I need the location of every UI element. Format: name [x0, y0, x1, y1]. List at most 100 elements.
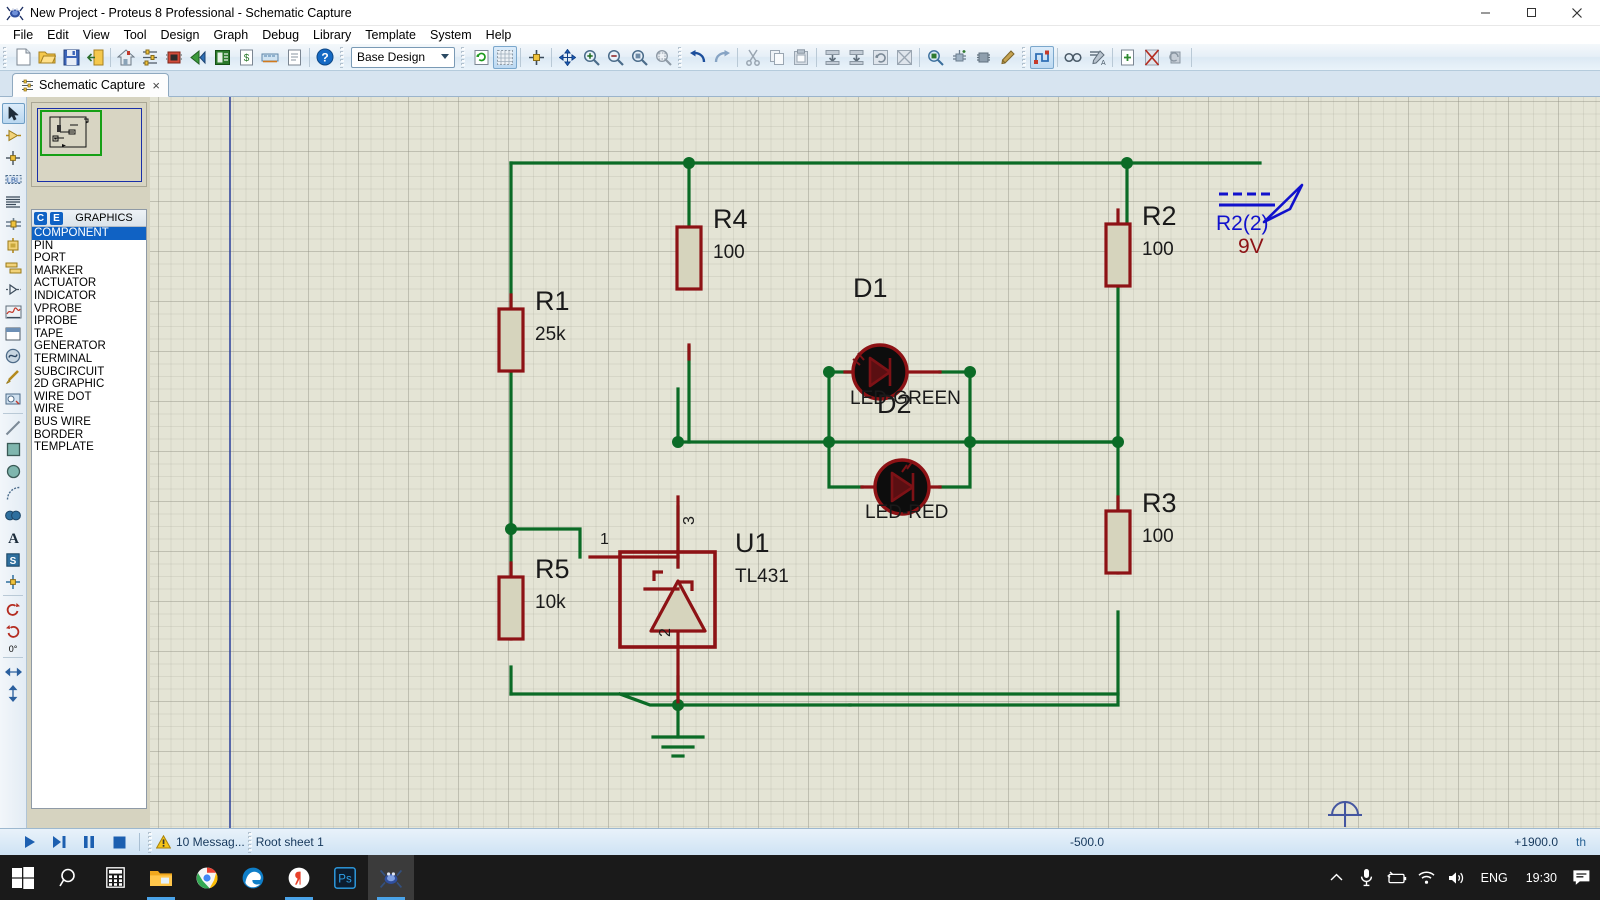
generator-mode-icon[interactable] [2, 345, 25, 366]
toolbar-grip-3[interactable] [460, 46, 467, 68]
import-export-icon[interactable] [83, 46, 107, 69]
menu-graph[interactable]: Graph [206, 27, 255, 43]
file-explorer-button[interactable] [138, 855, 184, 900]
mirror-vertical-icon[interactable] [2, 683, 25, 704]
paste-icon[interactable] [789, 46, 813, 69]
menu-debug[interactable]: Debug [255, 27, 306, 43]
selection-mode-icon[interactable] [1, 103, 25, 124]
notifications-icon[interactable] [1566, 855, 1596, 900]
list-item-iprobe[interactable]: IPROBE [32, 315, 146, 328]
close-button[interactable] [1554, 0, 1600, 26]
menu-template[interactable]: Template [358, 27, 423, 43]
list-item-terminal[interactable]: TERMINAL [32, 353, 146, 366]
marker-tool-icon[interactable] [2, 571, 25, 592]
pan-icon[interactable] [555, 46, 579, 69]
help-icon[interactable]: ? [313, 46, 337, 69]
search-tag-icon[interactable] [1061, 46, 1085, 69]
clock[interactable]: 19:30 [1517, 855, 1566, 900]
list-item-pin[interactable]: PIN [32, 240, 146, 253]
menu-library[interactable]: Library [306, 27, 358, 43]
proteus-button[interactable] [368, 855, 414, 900]
3d-viewer-icon[interactable] [186, 46, 210, 69]
bom-icon[interactable]: $ [234, 46, 258, 69]
list-item-vprobe[interactable]: VPROBE [32, 303, 146, 316]
zoom-in-icon[interactable] [579, 46, 603, 69]
bus-mode-icon[interactable] [2, 213, 25, 234]
rotate-cw-icon[interactable] [2, 621, 25, 642]
exit-sheet-icon[interactable] [1164, 46, 1188, 69]
rotation-value[interactable]: 0° [0, 644, 26, 654]
device-pins-mode-icon[interactable] [2, 279, 25, 300]
design-explorer-icon[interactable] [210, 46, 234, 69]
junction-dot-mode-icon[interactable] [2, 147, 25, 168]
list-item-2d-graphic[interactable]: 2D GRAPHIC [32, 378, 146, 391]
open-project-icon[interactable] [35, 46, 59, 69]
category-e-badge[interactable]: E [50, 211, 63, 225]
list-item-actuator[interactable]: ACTUATOR [32, 277, 146, 290]
menu-help[interactable]: Help [479, 27, 519, 43]
menu-view[interactable]: View [76, 27, 117, 43]
list-item-bus-wire[interactable]: BUS WIRE [32, 416, 146, 429]
menu-system[interactable]: System [423, 27, 479, 43]
volume-icon[interactable] [1442, 855, 1472, 900]
calculator-button[interactable] [92, 855, 138, 900]
circle-tool-icon[interactable] [2, 461, 25, 482]
list-item-wire-dot[interactable]: WIRE DOT [32, 391, 146, 404]
path-tool-icon[interactable] [2, 505, 25, 526]
subcircuit-mode-icon[interactable] [2, 235, 25, 256]
component-mode-icon[interactable] [2, 125, 25, 146]
list-item-component[interactable]: COMPONENT [32, 227, 146, 240]
menu-edit[interactable]: Edit [40, 27, 76, 43]
gerber-icon[interactable] [282, 46, 306, 69]
wire-autorouter-icon[interactable] [1030, 45, 1054, 69]
graph-mode-icon[interactable] [2, 301, 25, 322]
cut-icon[interactable] [741, 46, 765, 69]
photoshop-button[interactable]: Ps [322, 855, 368, 900]
pause-button[interactable] [74, 831, 104, 853]
tab-close-icon[interactable]: × [150, 78, 162, 93]
text-tool-icon[interactable]: A [2, 527, 25, 548]
stop-button[interactable] [104, 831, 134, 853]
list-item-indicator[interactable]: INDICATOR [32, 290, 146, 303]
zoom-area-icon[interactable] [651, 46, 675, 69]
current-probe-mode-icon[interactable] [2, 389, 25, 410]
new-project-icon[interactable] [11, 46, 35, 69]
design-selector[interactable]: Base Design [351, 46, 455, 68]
source-code-icon[interactable] [258, 46, 282, 69]
overview-panel[interactable] [31, 102, 147, 187]
menu-design[interactable]: Design [154, 27, 207, 43]
list-item-border[interactable]: BORDER [32, 429, 146, 442]
copy-icon[interactable] [765, 46, 789, 69]
remove-sheet-icon[interactable] [1140, 46, 1164, 69]
refresh-icon[interactable] [469, 46, 493, 69]
pick-device-icon[interactable] [923, 46, 947, 69]
toolbar-grip-4[interactable] [677, 46, 684, 68]
mirror-horizontal-icon[interactable] [2, 661, 25, 682]
play-button[interactable] [14, 831, 44, 853]
show-hidden-icons-button[interactable] [1322, 855, 1352, 900]
zoom-out-icon[interactable] [603, 46, 627, 69]
list-item-wire[interactable]: WIRE [32, 403, 146, 416]
toolbar-grip-2[interactable] [339, 46, 346, 68]
text-script-mode-icon[interactable] [2, 191, 25, 212]
arc-tool-icon[interactable] [2, 483, 25, 504]
new-sheet-icon[interactable] [1116, 46, 1140, 69]
list-item-tape[interactable]: TAPE [32, 328, 146, 341]
wire-label-mode-icon[interactable]: LBL [2, 169, 25, 190]
category-c-badge[interactable]: C [34, 211, 47, 225]
block-move-icon[interactable] [844, 46, 868, 69]
symbol-tool-icon[interactable]: S [2, 549, 25, 570]
chrome-button[interactable] [184, 855, 230, 900]
minimize-button[interactable] [1462, 0, 1508, 26]
status-grip-2[interactable] [246, 831, 254, 853]
voltage-probe-mode-icon[interactable] [2, 367, 25, 388]
yandex-button[interactable] [276, 855, 322, 900]
zoom-all-icon[interactable] [627, 46, 651, 69]
pcb-layout-icon[interactable] [162, 46, 186, 69]
box-tool-icon[interactable] [2, 439, 25, 460]
status-grip-1[interactable] [147, 831, 154, 853]
step-button[interactable] [44, 831, 74, 853]
microphone-icon[interactable] [1352, 855, 1382, 900]
menu-tool[interactable]: Tool [117, 27, 154, 43]
home-icon[interactable] [114, 46, 138, 69]
